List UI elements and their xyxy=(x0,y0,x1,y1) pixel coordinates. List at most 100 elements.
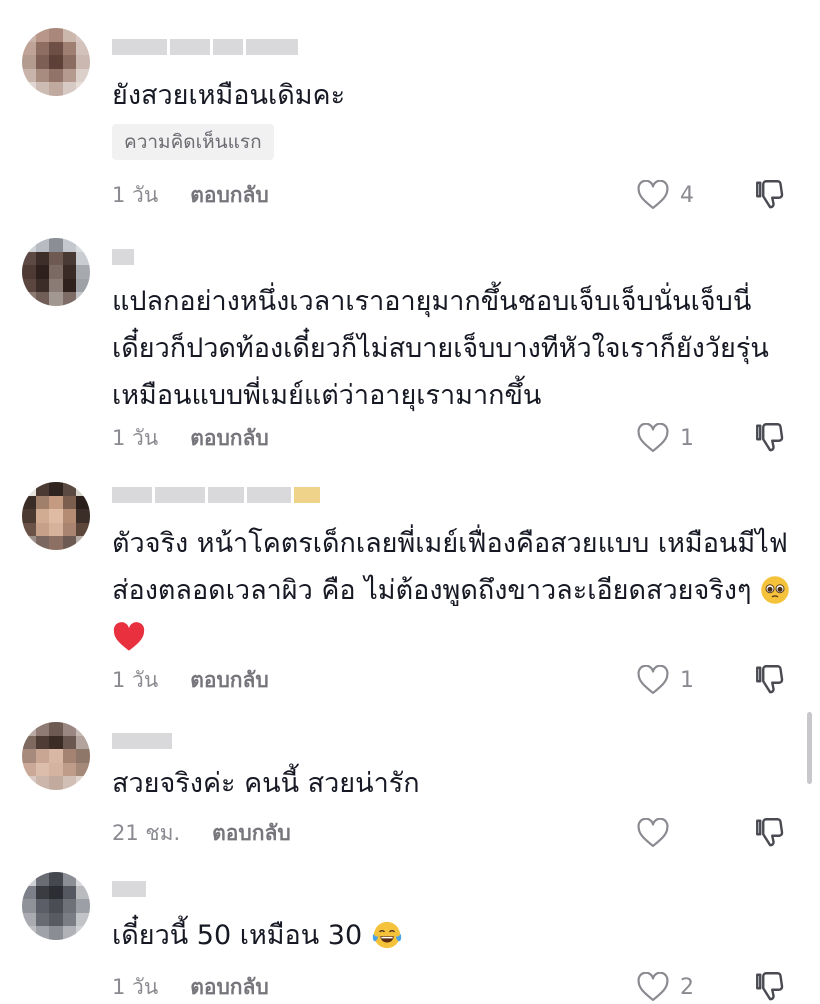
avatar-pixel xyxy=(49,251,63,266)
username-blurred[interactable] xyxy=(112,38,298,56)
avatar-pixel xyxy=(62,251,77,266)
avatar-pixel xyxy=(62,82,77,96)
avatar-pixel xyxy=(35,762,50,777)
comment-text: สวยจริงค่ะ คนนี้ สวยน่ารัก xyxy=(112,768,420,799)
avatar-pixel xyxy=(49,509,63,523)
avatar-pixel xyxy=(62,265,77,279)
like-button[interactable]: 2 xyxy=(636,970,694,1004)
avatar-pixel xyxy=(49,926,63,940)
heart-outline-icon xyxy=(637,665,669,695)
comment-meta: 1 วัน ตอบกลับ xyxy=(112,663,269,697)
avatar-pixel xyxy=(22,82,36,96)
reply-button[interactable]: ตอบกลับ xyxy=(190,664,269,697)
avatar-pixel xyxy=(35,292,50,306)
avatar-pixel xyxy=(35,28,50,42)
avatar-pixel xyxy=(76,722,90,736)
avatar-pixel xyxy=(62,885,77,900)
avatar-pixel xyxy=(35,872,50,886)
avatar-pixel xyxy=(62,238,77,252)
avatar[interactable] xyxy=(22,482,90,550)
avatar-pixel xyxy=(35,55,50,69)
avatar-pixel xyxy=(35,885,50,900)
like-count: 4 xyxy=(680,182,694,208)
like-button[interactable]: 1 xyxy=(636,421,694,455)
red-heart-emoji xyxy=(113,622,145,651)
avatar-pixel xyxy=(35,68,50,83)
avatar[interactable] xyxy=(22,28,90,96)
tears-of-joy-emoji xyxy=(372,921,401,949)
avatar-pixel xyxy=(35,735,50,750)
comment-time: 1 วัน xyxy=(112,974,159,999)
avatar-pixel xyxy=(76,28,90,42)
avatar-pixel xyxy=(35,495,50,510)
avatar-pixel xyxy=(49,776,63,790)
avatar-pixel xyxy=(22,749,36,763)
avatar-pixel xyxy=(76,482,90,496)
avatar-pixel xyxy=(76,292,90,306)
avatar-pixel xyxy=(62,776,77,790)
thumbs-down-icon[interactable] xyxy=(752,968,788,1004)
comment-time: 1 วัน xyxy=(112,667,159,692)
avatar-pixel xyxy=(35,776,50,790)
pleading-face-emoji xyxy=(761,576,789,604)
avatar-pixel xyxy=(49,735,63,750)
avatar-pixel xyxy=(22,885,36,900)
scrollbar-thumb[interactable] xyxy=(807,712,812,784)
avatar-pixel xyxy=(22,68,36,83)
avatar-pixel xyxy=(76,885,90,900)
avatar-pixel xyxy=(49,749,63,763)
avatar-pixel xyxy=(22,55,36,69)
avatar-pixel xyxy=(62,735,77,750)
username-blurred[interactable] xyxy=(112,486,320,504)
avatar-pixel xyxy=(35,749,50,763)
thumbs-down-icon[interactable] xyxy=(752,814,788,850)
avatar-pixel xyxy=(76,762,90,777)
comment-text-content: ตัวจริง หน้าโคตรเด็กเลยพี่เมย์เฟื่องคือส… xyxy=(112,528,788,606)
like-button[interactable]: 4 xyxy=(636,178,694,212)
comment-meta: 1 วัน ตอบกลับ xyxy=(112,178,269,212)
avatar-pixel xyxy=(76,251,90,266)
avatar[interactable] xyxy=(22,722,90,790)
like-button[interactable] xyxy=(636,816,680,850)
comment-meta: 1 วัน ตอบกลับ xyxy=(112,970,269,1004)
thumbs-down-icon[interactable] xyxy=(752,176,788,212)
avatar-pixel xyxy=(22,522,36,537)
avatar-pixel xyxy=(49,482,63,496)
avatar-pixel xyxy=(22,41,36,56)
avatar[interactable] xyxy=(22,238,90,306)
avatar-pixel xyxy=(35,82,50,96)
avatar-pixel xyxy=(22,28,36,42)
reply-button[interactable]: ตอบกลับ xyxy=(212,817,291,850)
avatar-pixel xyxy=(22,251,36,266)
reply-button[interactable]: ตอบกลับ xyxy=(190,179,269,212)
avatar-pixel xyxy=(22,872,36,886)
comment-meta: 21 ชม. ตอบกลับ xyxy=(112,816,291,850)
reply-button[interactable]: ตอบกลับ xyxy=(190,971,269,1004)
avatar-pixel xyxy=(49,762,63,777)
avatar-pixel xyxy=(62,292,77,306)
thumbs-down-icon[interactable] xyxy=(752,419,788,455)
avatar-pixel xyxy=(49,872,63,886)
avatar-pixel xyxy=(76,522,90,537)
avatar-pixel xyxy=(62,872,77,886)
avatar-pixel xyxy=(49,55,63,69)
thumbs-down-icon[interactable] xyxy=(752,661,788,697)
avatar-pixel xyxy=(22,278,36,293)
avatar-pixel xyxy=(49,238,63,252)
avatar-pixel xyxy=(22,762,36,777)
avatar-pixel xyxy=(35,278,50,293)
username-blurred[interactable] xyxy=(112,248,134,266)
avatar-pixel xyxy=(76,872,90,886)
username-blurred[interactable] xyxy=(112,880,146,898)
avatar-pixel xyxy=(62,762,77,777)
like-button[interactable]: 1 xyxy=(636,663,694,697)
reply-button[interactable]: ตอบกลับ xyxy=(190,422,269,455)
avatar-pixel xyxy=(76,749,90,763)
avatar-pixel xyxy=(49,41,63,56)
avatar-pixel xyxy=(76,278,90,293)
avatar-pixel xyxy=(49,912,63,927)
avatar-pixel xyxy=(35,265,50,279)
avatar-pixel xyxy=(49,522,63,537)
username-blurred[interactable] xyxy=(112,732,172,750)
avatar[interactable] xyxy=(22,872,90,940)
